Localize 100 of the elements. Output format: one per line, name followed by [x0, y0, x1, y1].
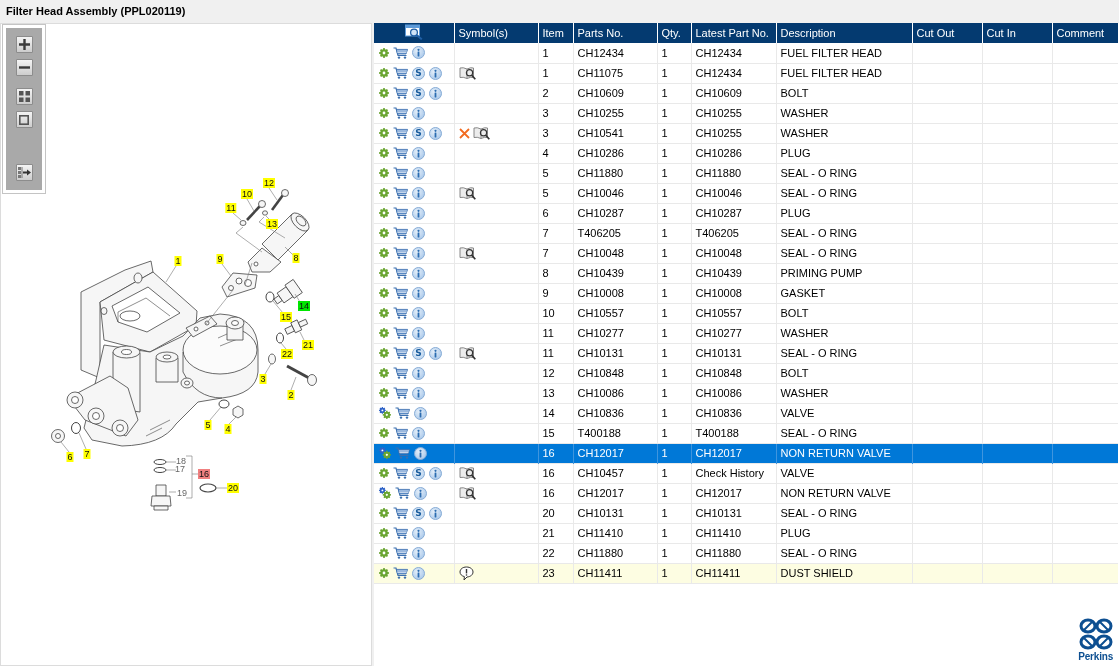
callout-number[interactable]: 1 [174, 256, 182, 266]
cart-icon[interactable] [393, 327, 408, 339]
info-icon[interactable] [429, 86, 442, 100]
info-icon[interactable] [412, 166, 425, 180]
column-header[interactable]: Qty. [657, 23, 691, 43]
info-icon[interactable] [429, 506, 442, 520]
search-icon[interactable] [404, 24, 423, 40]
column-header[interactable]: Comment [1052, 23, 1118, 43]
table-row[interactable]: 22 CH11880 1 CH11880 SEAL - O RING [374, 543, 1118, 563]
cart-icon[interactable] [393, 127, 408, 139]
table-row[interactable]: 14 CH10836 1 CH10836 VALVE [374, 403, 1118, 423]
callout-number[interactable]: 3 [259, 374, 267, 384]
cart-icon[interactable] [393, 87, 408, 99]
cart-icon[interactable] [395, 447, 410, 459]
callout-number[interactable]: 19 [176, 488, 188, 498]
callout-number[interactable]: 9 [216, 254, 224, 264]
info-icon[interactable] [414, 406, 427, 420]
cart-icon[interactable] [393, 207, 408, 219]
info-icon[interactable] [412, 386, 425, 400]
callout-number[interactable]: 8 [292, 253, 300, 263]
info-icon[interactable] [412, 286, 425, 300]
cart-icon[interactable] [393, 567, 408, 579]
callout-number[interactable]: 2 [287, 390, 295, 400]
table-row[interactable]: 23 CH11411 1 CH11411 DUST SHIELD [374, 563, 1118, 583]
table-row[interactable]: 16 CH12017 1 CH12017 NON RETURN VALVE [374, 443, 1118, 463]
table-row[interactable]: 8 CH10439 1 CH10439 PRIMING PUMP [374, 263, 1118, 283]
table-row[interactable]: 4 CH10286 1 CH10286 PLUG [374, 143, 1118, 163]
callout-number[interactable]: 16 [198, 469, 210, 479]
cart-icon[interactable] [393, 167, 408, 179]
cart-icon[interactable] [393, 46, 408, 59]
callout-number[interactable]: 10 [241, 189, 253, 199]
table-row[interactable]: 3 CH10255 1 CH10255 WASHER [374, 103, 1118, 123]
callout-number[interactable]: 4 [224, 424, 232, 434]
table-row[interactable]: S 20 CH10131 1 CH10131 SEAL - O RING [374, 503, 1118, 523]
table-row[interactable]: S 1 CH11075 1 CH12434 FUEL FILTER HEAD [374, 63, 1118, 83]
zoom-out-button[interactable] [15, 59, 33, 76]
info-icon[interactable] [412, 106, 425, 120]
cart-icon[interactable] [393, 147, 408, 159]
column-header[interactable]: Parts No. [573, 23, 657, 43]
info-icon[interactable] [412, 306, 425, 320]
table-row[interactable]: S 2 CH10609 1 CH10609 BOLT [374, 83, 1118, 103]
column-header[interactable]: Description [776, 23, 912, 43]
column-header[interactable]: Latest Part No. [691, 23, 776, 43]
zoom-in-button[interactable] [15, 36, 33, 53]
table-row[interactable]: 11 CH10277 1 CH10277 WASHER [374, 323, 1118, 343]
callout-number[interactable]: 15 [280, 312, 292, 322]
panel-arrow-button[interactable] [15, 164, 33, 181]
square-button[interactable] [15, 111, 33, 128]
cart-icon[interactable] [393, 547, 408, 559]
info-icon[interactable] [429, 346, 442, 360]
info-icon[interactable] [429, 126, 442, 140]
info-icon[interactable] [412, 326, 425, 340]
info-icon[interactable] [414, 486, 427, 500]
cart-icon[interactable] [395, 407, 410, 419]
table-row[interactable]: 21 CH11410 1 CH11410 PLUG [374, 523, 1118, 543]
table-row[interactable]: 10 CH10557 1 CH10557 BOLT [374, 303, 1118, 323]
cart-icon[interactable] [393, 67, 408, 79]
callout-number[interactable]: 17 [174, 464, 186, 474]
info-icon[interactable] [412, 566, 425, 580]
table-row[interactable]: 6 CH10287 1 CH10287 PLUG [374, 203, 1118, 223]
cart-icon[interactable] [393, 247, 408, 259]
callout-number[interactable]: 18 [175, 456, 187, 466]
table-row[interactable]: S 11 CH10131 1 CH10131 SEAL - O RING [374, 343, 1118, 363]
info-icon[interactable] [412, 246, 425, 260]
info-icon[interactable] [412, 266, 425, 280]
cart-icon[interactable] [393, 347, 408, 359]
cart-icon[interactable] [393, 107, 408, 119]
grid-button[interactable] [15, 88, 33, 105]
callout-number[interactable]: 13 [266, 219, 278, 229]
column-header[interactable]: Symbol(s) [454, 23, 538, 43]
column-header[interactable]: Cut In [982, 23, 1052, 43]
callout-number[interactable]: 21 [302, 340, 314, 350]
table-row[interactable]: 12 CH10848 1 CH10848 BOLT [374, 363, 1118, 383]
cart-icon[interactable] [395, 487, 410, 499]
table-row[interactable]: 13 CH10086 1 CH10086 WASHER [374, 383, 1118, 403]
cart-icon[interactable] [393, 227, 408, 239]
cart-icon[interactable] [393, 287, 408, 299]
info-icon[interactable] [412, 46, 425, 60]
table-row[interactable]: S 3 CH10541 1 CH10255 WASHER [374, 123, 1118, 143]
table-row[interactable]: 15 T400188 1 T400188 SEAL - O RING [374, 423, 1118, 443]
callout-number[interactable]: 14 [298, 301, 310, 311]
info-icon[interactable] [412, 526, 425, 540]
table-row[interactable]: 5 CH11880 1 CH11880 SEAL - O RING [374, 163, 1118, 183]
info-icon[interactable] [429, 466, 442, 480]
table-row[interactable]: 9 CH10008 1 CH10008 GASKET [374, 283, 1118, 303]
info-icon[interactable] [412, 426, 425, 440]
cart-icon[interactable] [393, 307, 408, 319]
table-row[interactable]: 1 CH12434 1 CH12434 FUEL FILTER HEAD [374, 43, 1118, 63]
info-icon[interactable] [412, 546, 425, 560]
table-row[interactable]: 5 CH10046 1 CH10046 SEAL - O RING [374, 183, 1118, 203]
column-header[interactable]: Cut Out [912, 23, 982, 43]
cart-icon[interactable] [393, 267, 408, 279]
cart-icon[interactable] [393, 367, 408, 379]
callout-number[interactable]: 22 [281, 349, 293, 359]
info-icon[interactable] [412, 146, 425, 160]
callout-number[interactable]: 20 [227, 483, 239, 493]
info-icon[interactable] [412, 366, 425, 380]
cart-icon[interactable] [393, 467, 408, 479]
table-row[interactable]: 7 CH10048 1 CH10048 SEAL - O RING [374, 243, 1118, 263]
info-icon[interactable] [412, 206, 425, 220]
